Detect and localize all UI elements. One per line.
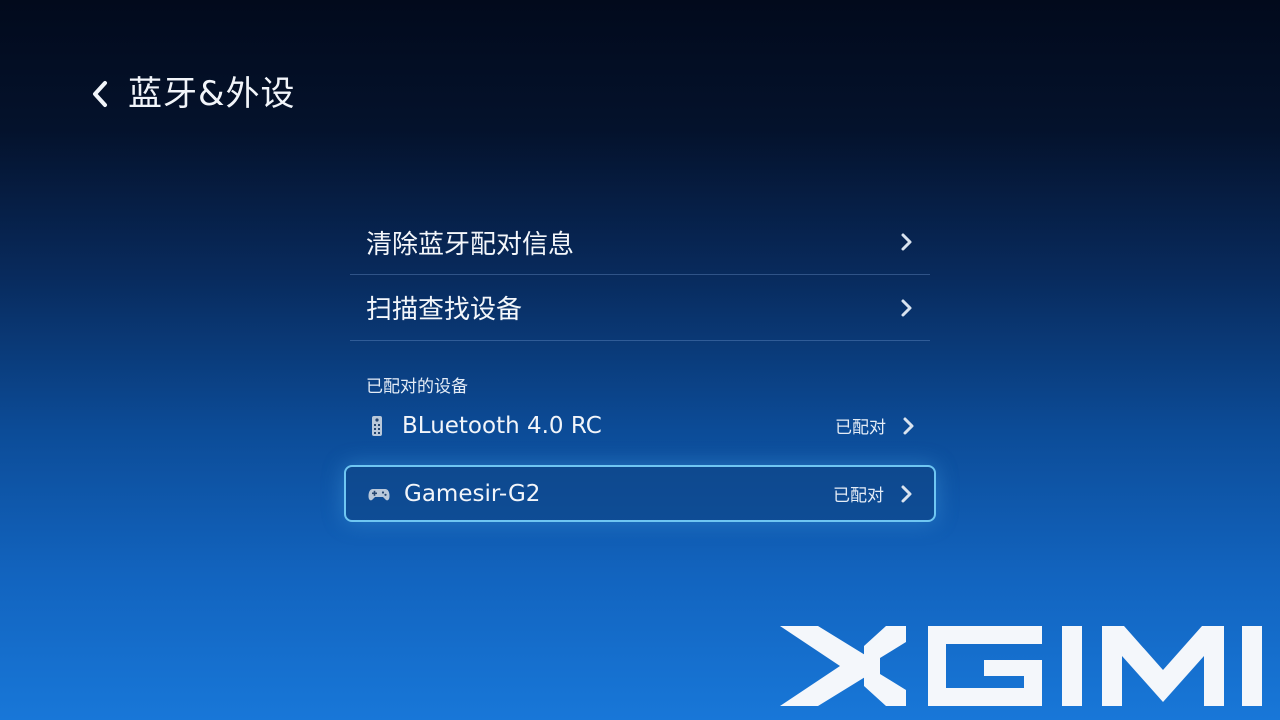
- xgimi-logo: [780, 626, 1262, 706]
- device-status: 已配对: [833, 486, 884, 506]
- device-name: Gamesir-G2: [404, 480, 541, 507]
- scan-devices-button[interactable]: 扫描查找设备: [350, 275, 930, 341]
- gamepad-icon: [368, 488, 390, 500]
- chevron-right-icon: [903, 417, 914, 434]
- chevron-right-icon: [901, 233, 912, 251]
- menu-item-label: 扫描查找设备: [366, 295, 523, 325]
- menu-item-label: 清除蓝牙配对信息: [366, 229, 575, 260]
- device-item-gamepad[interactable]: Gamesir-G2 已配对: [344, 465, 936, 522]
- settings-menu: 清除蓝牙配对信息 扫描查找设备: [350, 210, 930, 341]
- paired-devices-heading: 已配对的设备: [366, 377, 468, 397]
- page-title: 蓝牙&外设: [128, 74, 296, 114]
- device-name: BLuetooth 4.0 RC: [402, 412, 602, 439]
- back-button[interactable]: 蓝牙&外设: [88, 70, 296, 118]
- remote-control-icon: [372, 415, 382, 436]
- chevron-left-icon: [93, 81, 107, 107]
- device-item-bluetooth-rc[interactable]: BLuetooth 4.0 RC 已配对: [344, 398, 936, 453]
- clear-pairing-button[interactable]: 清除蓝牙配对信息: [350, 210, 930, 275]
- device-status: 已配对: [835, 418, 886, 438]
- chevron-right-icon: [901, 299, 912, 316]
- chevron-right-icon: [901, 485, 912, 502]
